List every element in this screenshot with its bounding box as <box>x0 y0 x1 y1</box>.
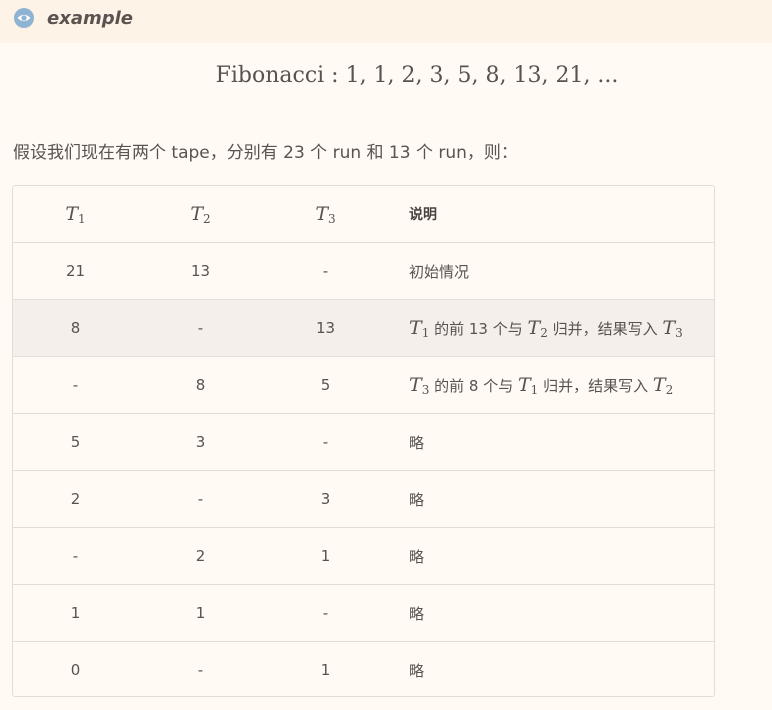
header-t1: T1 <box>13 186 138 243</box>
cell-description: 略 <box>388 584 714 642</box>
cell-t3: 1 <box>320 661 331 679</box>
cell-description: T1 的前 13 个与 T2 归并，结果写入 T3 <box>388 299 714 357</box>
table-row: 2 - 3 略 <box>13 470 714 528</box>
table-row: - 8 5 T3 的前 8 个与 T1 归并，结果写入 T2 <box>13 356 714 414</box>
cell-t2: - <box>138 470 263 528</box>
table-header-row: T1 T2 T3 说明 <box>13 186 714 243</box>
cell-description: T3 的前 8 个与 T1 归并，结果写入 T2 <box>388 356 714 414</box>
cell-description: 初始情况 <box>388 242 714 300</box>
cell-description: 略 <box>409 661 425 680</box>
cell-t3: - <box>263 584 388 642</box>
header-description: 说明 <box>388 186 714 243</box>
cell-t1: - <box>13 356 138 414</box>
fibonacci-formula: Fibonacci : 1, 1, 2, 3, 5, 8, 13, 21, ..… <box>215 63 619 88</box>
table-row: 0 - 1 略 <box>13 642 714 697</box>
intro-text: 假设我们现在有两个 tape，分别有 23 个 run 和 13 个 run，则… <box>13 143 518 163</box>
cell-t1: 5 <box>13 413 138 471</box>
cell-description: 略 <box>388 413 714 471</box>
cell-t1: 8 <box>13 299 138 357</box>
cell-t3: 1 <box>263 527 388 585</box>
cell-t2: - <box>138 299 263 357</box>
cell-t1: 2 <box>13 470 138 528</box>
cell-t3: - <box>263 413 388 471</box>
merge-table: T1 T2 T3 说明 21 13 - 初始情况 8 - 13 T1 的前 13… <box>12 185 715 697</box>
table-row: 8 - 13 T1 的前 13 个与 T2 归并，结果写入 T3 <box>13 299 714 357</box>
eye-icon <box>14 8 34 28</box>
cell-t1: 21 <box>13 242 138 300</box>
cell-t2: 2 <box>138 527 263 585</box>
cell-t2: - <box>197 661 204 679</box>
table-row: 5 3 - 略 <box>13 413 714 471</box>
cell-t2: 13 <box>138 242 263 300</box>
table-row: 21 13 - 初始情况 <box>13 242 714 300</box>
cell-description: 略 <box>388 470 714 528</box>
cell-t2: 8 <box>138 356 263 414</box>
cell-t3: 13 <box>263 299 388 357</box>
cell-t1: 1 <box>13 584 138 642</box>
cell-t1: - <box>13 527 138 585</box>
callout-header: example <box>0 0 772 43</box>
cell-t3: 3 <box>263 470 388 528</box>
cell-t3: - <box>263 242 388 300</box>
header-t2: T2 <box>138 186 263 243</box>
table-row: 1 1 - 略 <box>13 584 714 642</box>
cell-t2: 3 <box>138 413 263 471</box>
cell-t3: 5 <box>263 356 388 414</box>
cell-t1: 0 <box>70 661 81 679</box>
header-t3: T3 <box>263 186 388 243</box>
cell-description: 略 <box>388 527 714 585</box>
callout-title: example <box>47 8 133 29</box>
cell-t2: 1 <box>138 584 263 642</box>
table-row: - 2 1 略 <box>13 527 714 585</box>
